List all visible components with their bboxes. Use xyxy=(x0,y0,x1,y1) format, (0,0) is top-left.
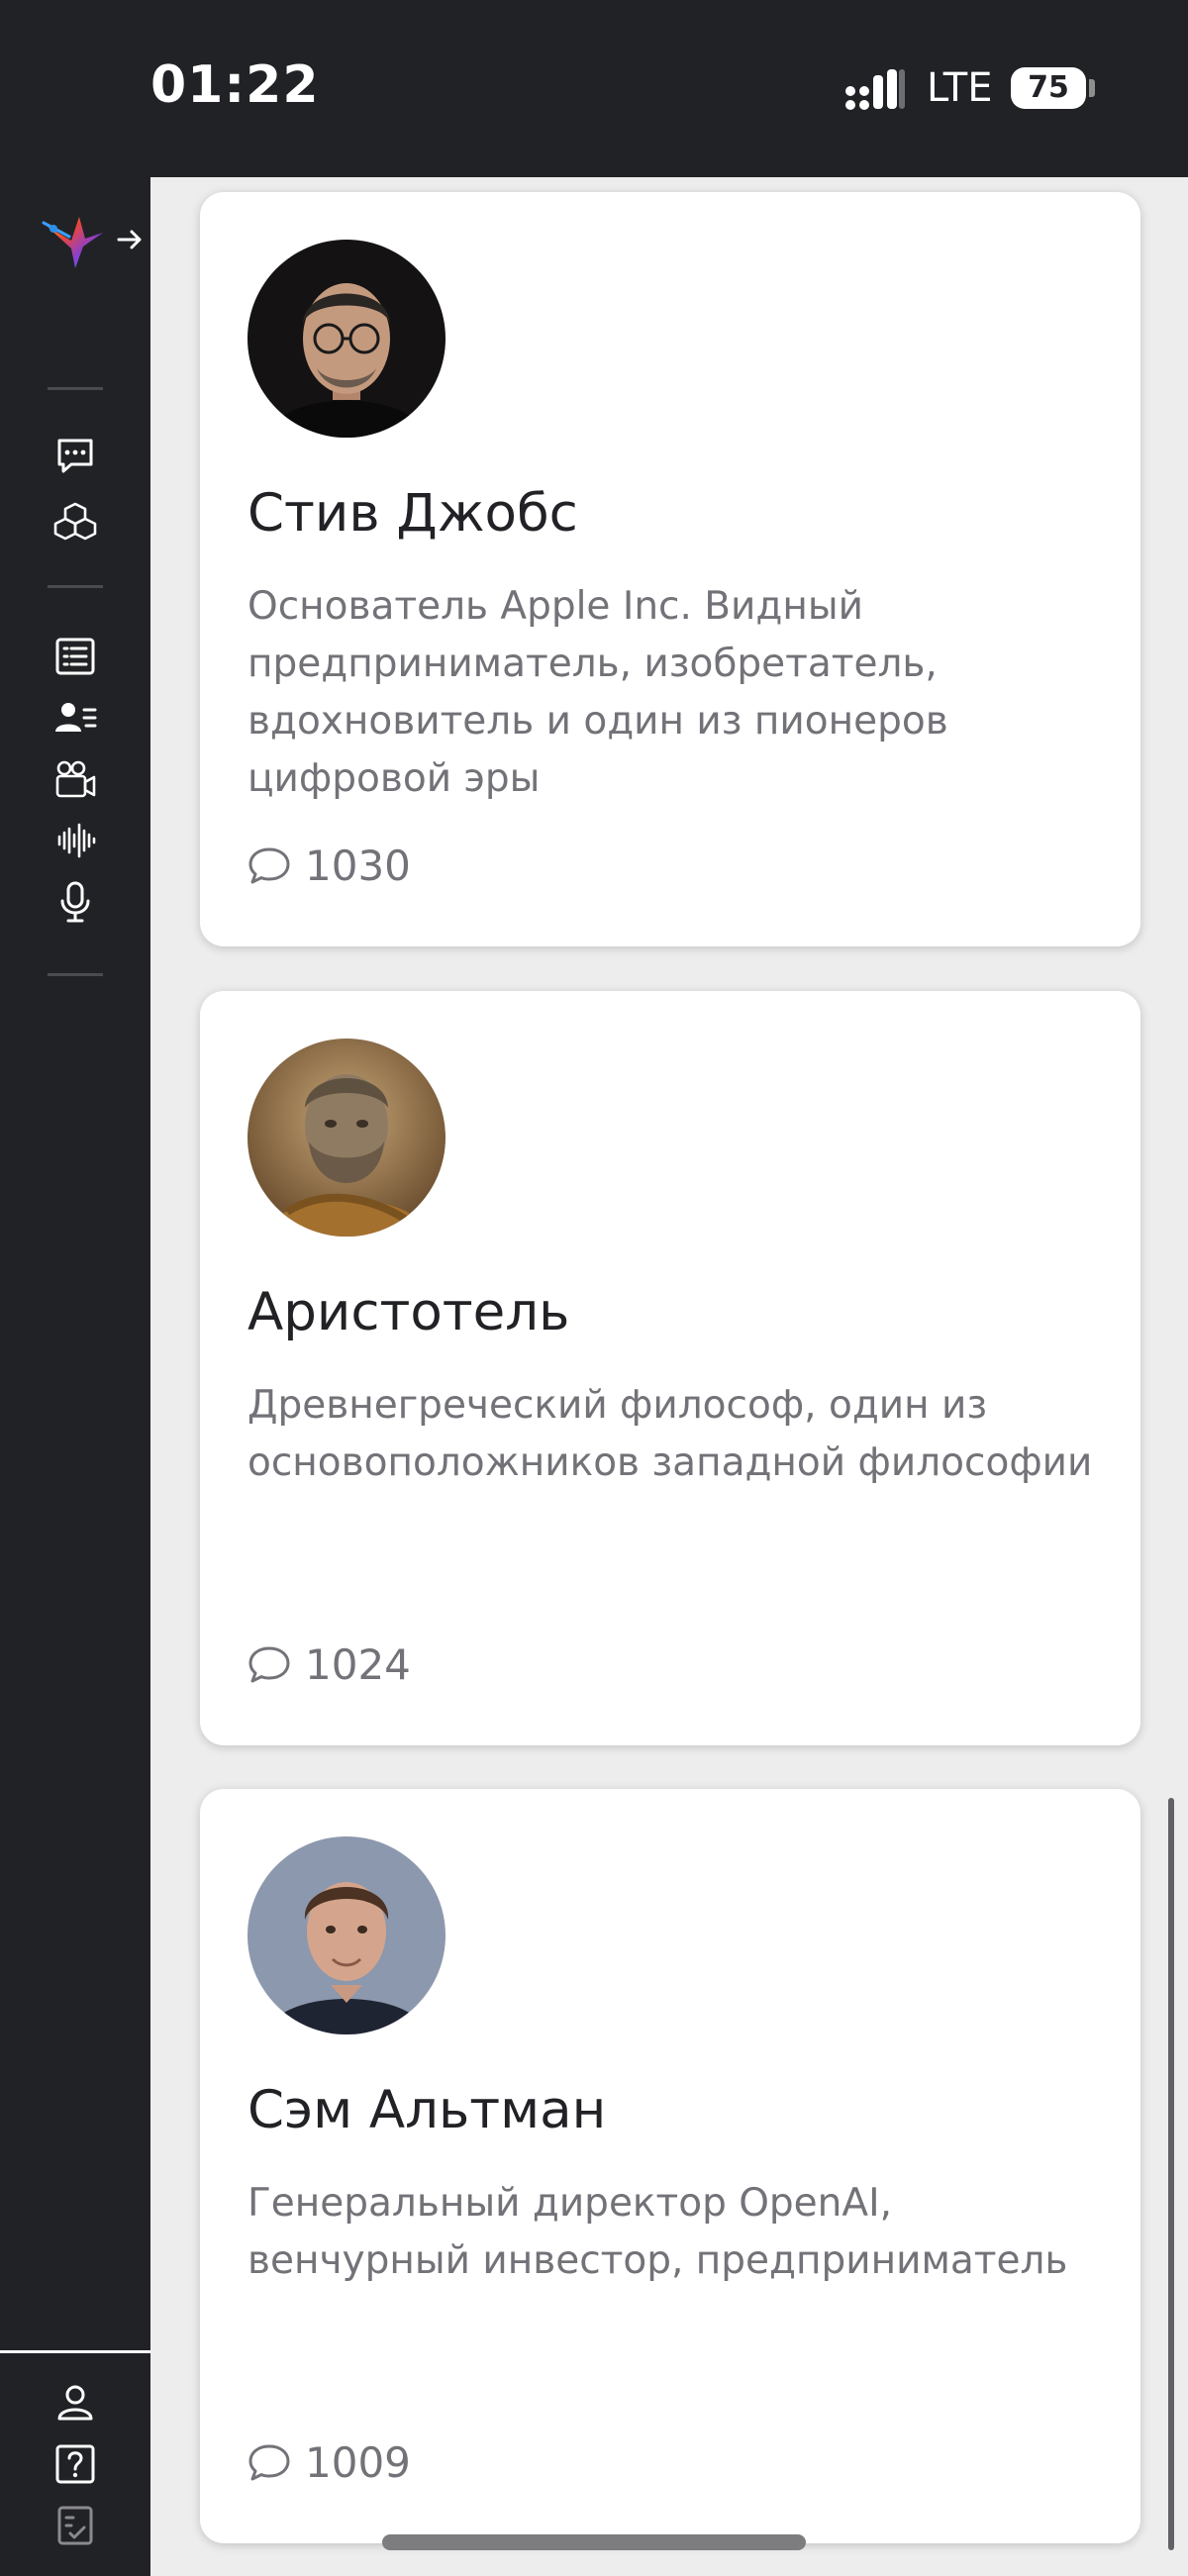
sidebar-item-video[interactable] xyxy=(53,757,97,801)
avatar xyxy=(248,1836,446,2034)
sidebar-item-chat[interactable] xyxy=(53,435,97,478)
persona-card[interactable]: Аристотель Древнегреческий философ, один… xyxy=(200,991,1140,1745)
sidebar-item-audio[interactable] xyxy=(53,819,97,862)
sidebar-item-help[interactable] xyxy=(53,2442,97,2486)
expand-arrow-icon[interactable] xyxy=(115,225,145,254)
status-bar: 01:22 LTE 75 xyxy=(0,0,1188,177)
sidebar-divider xyxy=(48,973,103,976)
sidebar-divider xyxy=(48,585,103,588)
sidebar-item-articles[interactable] xyxy=(53,635,97,678)
comment-icon xyxy=(248,1646,290,1683)
portrait-steve-jobs-image xyxy=(248,240,446,438)
network-type: LTE xyxy=(927,65,993,111)
sidebar-item-personas[interactable] xyxy=(53,696,97,740)
persona-name: Стив Джобс xyxy=(248,483,578,544)
portrait-aristotle-image xyxy=(248,1039,446,1237)
user-list-icon xyxy=(55,703,97,732)
comment-icon xyxy=(248,2444,290,2481)
question-icon xyxy=(55,2444,95,2484)
hummingbird-logo-icon[interactable] xyxy=(40,207,111,278)
comment-icon xyxy=(248,847,290,884)
persona-description: Основатель Apple Inc. Видный предпринима… xyxy=(248,584,948,801)
microphone-icon xyxy=(60,881,90,923)
persona-description: Генеральный директор OpenAI, венчурный и… xyxy=(248,2181,1068,2283)
checklist-icon xyxy=(57,2506,93,2545)
sidebar-divider xyxy=(48,387,103,390)
persona-name: Сэм Альтман xyxy=(248,2080,607,2140)
sidebar xyxy=(0,177,150,2576)
message-count: 1009 xyxy=(248,2434,411,2490)
portrait-sam-altman-image xyxy=(248,1836,446,2034)
scrollbar[interactable] xyxy=(1168,1798,1174,2550)
sidebar-item-voice[interactable] xyxy=(53,880,97,924)
user-icon xyxy=(57,2385,93,2421)
persona-name: Аристотель xyxy=(248,1282,570,1342)
message-count-value: 1009 xyxy=(305,2437,411,2487)
persona-list: Стив Джобс Основатель Apple Inc. Видный … xyxy=(150,177,1188,2576)
chat-bubble-icon xyxy=(57,439,93,473)
list-icon xyxy=(55,638,95,675)
home-indicator[interactable] xyxy=(382,2534,806,2550)
battery-cap xyxy=(1089,79,1095,97)
battery-indicator: 75 xyxy=(1011,67,1086,109)
persona-card[interactable]: Стив Джобс Основатель Apple Inc. Видный … xyxy=(200,192,1140,946)
avatar xyxy=(248,240,446,438)
message-count: 1030 xyxy=(248,838,411,893)
message-count: 1024 xyxy=(248,1636,411,1692)
cubes-icon xyxy=(53,502,97,541)
sidebar-bottom-separator xyxy=(0,2350,150,2353)
persona-description: Древнегреческий философ, один из основоп… xyxy=(248,1383,1093,1485)
signal-icon xyxy=(845,69,905,110)
sidebar-item-tasks[interactable] xyxy=(53,2504,97,2547)
soundwave-icon xyxy=(57,823,96,858)
status-time: 01:22 xyxy=(150,55,320,115)
persona-card[interactable]: Сэм Альтман Генеральный директор OpenAI,… xyxy=(200,1789,1140,2543)
sidebar-item-profile[interactable] xyxy=(53,2381,97,2425)
message-count-value: 1030 xyxy=(305,841,411,890)
message-count-value: 1024 xyxy=(305,1639,411,1689)
avatar xyxy=(248,1039,446,1237)
video-camera-icon xyxy=(55,760,96,798)
sidebar-item-models[interactable] xyxy=(53,500,97,544)
